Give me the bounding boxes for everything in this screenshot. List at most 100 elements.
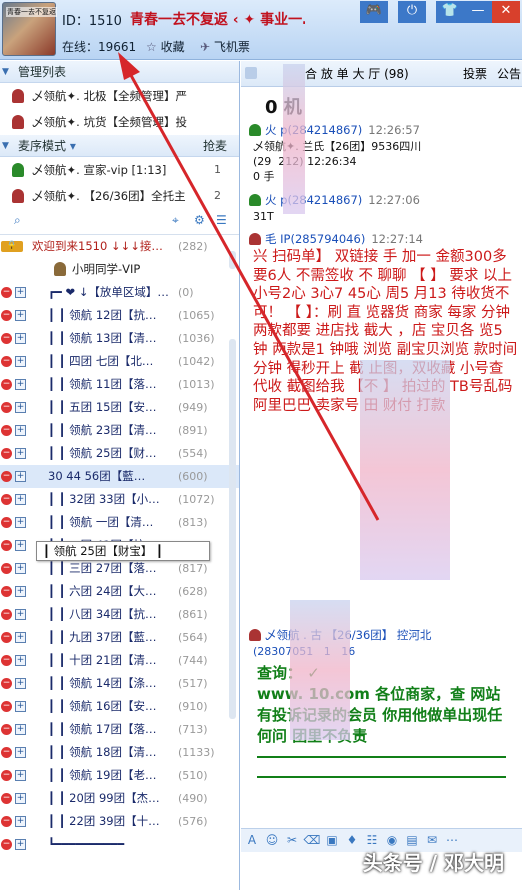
minus-icon[interactable]: − <box>1 287 12 298</box>
tab-notice[interactable]: 公告 <box>497 61 521 87</box>
search-icon[interactable]: ⌕ <box>14 213 21 228</box>
welcome-channel[interactable]: 🔒 欢迎到来1510 ↓↓↓接… (282) <box>0 235 239 258</box>
channel-row[interactable]: − + ┃ ┃ 领航 16团【安… (910) <box>0 695 239 718</box>
channel-row[interactable]: − + ┃ ┃ 32团 33团【小… (1072) <box>0 488 239 511</box>
minus-icon[interactable]: − <box>1 586 12 597</box>
minus-icon[interactable]: − <box>1 356 12 367</box>
expand-icon[interactable]: + <box>15 540 26 551</box>
minus-icon[interactable]: − <box>1 540 12 551</box>
power-icon[interactable]: ⏻ <box>398 1 426 23</box>
favorite-button[interactable]: ☆ 收藏 <box>146 38 185 55</box>
channel-row[interactable]: − + ┃ ┃ 领航 13团【清… (1036) <box>0 327 239 350</box>
close-icon[interactable]: ✕ <box>492 1 520 23</box>
expand-icon[interactable]: + <box>15 816 26 827</box>
expand-icon[interactable]: + <box>15 494 26 505</box>
expand-icon[interactable]: + <box>15 793 26 804</box>
settings-icon[interactable]: ⚙ <box>194 213 205 227</box>
expand-icon[interactable]: + <box>15 425 26 436</box>
mic-user-row[interactable]: 乄领航✦. 宣家-vip [1:13] 1 <box>0 157 239 183</box>
channel-row[interactable]: − + ┃ ┃ 20团 99团【杰… (490) <box>0 787 239 810</box>
expand-icon[interactable]: + <box>15 839 26 850</box>
channel-row[interactable]: − + ┃ ┃ 领航 17团【落… (713) <box>0 718 239 741</box>
list-icon[interactable]: ☰ <box>216 213 227 227</box>
minus-icon[interactable]: − <box>1 678 12 689</box>
minus-icon[interactable]: − <box>1 816 12 827</box>
minus-icon[interactable]: − <box>1 724 12 735</box>
expand-icon[interactable]: + <box>15 517 26 528</box>
channel-row[interactable]: − + ┃ ┃ 领航 25团【财… (554) <box>0 442 239 465</box>
expand-icon[interactable]: + <box>15 655 26 666</box>
channel-row[interactable]: − + ┗━━━━━━━━━━ <box>0 833 239 856</box>
tickets-button[interactable]: ✈ 飞机票 <box>200 38 250 55</box>
channel-row[interactable]: − + ┃ ┃ 领航 19团【老… (510) <box>0 764 239 787</box>
gamepad-icon[interactable]: 🎮 <box>360 1 388 23</box>
gift-icon[interactable]: ♦ <box>343 829 361 851</box>
channel-row[interactable]: − + ┃ ┃ 领航 11团【落… (1013) <box>0 373 239 396</box>
grab-mic-button[interactable]: 抢麦 <box>203 135 227 157</box>
expand-icon[interactable]: + <box>15 770 26 781</box>
admin-row[interactable]: 乄领航✦. 北极【全频管理】严 <box>0 83 239 109</box>
tab-lobby[interactable]: 合 放 单 大 厅 (98) <box>305 61 409 87</box>
minus-icon[interactable]: − <box>1 793 12 804</box>
channel-row[interactable]: − + ┃ ┃ 四团 七团【北… (1042) <box>0 350 239 373</box>
admin-row[interactable]: 乄领航✦. 坑货【全频管理】投 <box>0 109 239 135</box>
channel-row[interactable]: − + ┏━ ❤ ↓【放单区域】… (0) <box>0 281 239 304</box>
channel-row[interactable]: − + ┃ ┃ 22团 39团【十… (576) <box>0 810 239 833</box>
scrollbar[interactable] <box>229 339 236 719</box>
admin-list-header[interactable]: ▼ 管理列表 <box>0 61 239 83</box>
expand-icon[interactable]: + <box>15 747 26 758</box>
channel-row[interactable]: − + ┃ ┃ 八团 34团【抗… (861) <box>0 603 239 626</box>
channel-row[interactable]: − + ┃ ┃ 领航 14团【涤… (517) <box>0 672 239 695</box>
minimize-icon[interactable]: — <box>464 1 492 23</box>
expand-icon[interactable]: + <box>15 632 26 643</box>
message-header[interactable]: 毛 IP(285794046) 12:27:14 <box>249 230 522 248</box>
image-icon[interactable]: ▣ <box>323 829 341 851</box>
expand-icon[interactable]: + <box>15 586 26 597</box>
minus-icon[interactable]: − <box>1 609 12 620</box>
channel-row[interactable]: − + ┃ ┃ 领航 一团【清… (813) <box>0 511 239 534</box>
minus-icon[interactable]: − <box>1 770 12 781</box>
channel-row[interactable]: − + ┃ ┃ 五团 15团【安… (949) <box>0 396 239 419</box>
expand-icon[interactable]: + <box>15 356 26 367</box>
channel-row[interactable]: − + ┃ ┃ 六团 24团【大… (628) <box>0 580 239 603</box>
scrollbar[interactable] <box>229 251 236 269</box>
expand-icon[interactable]: + <box>15 609 26 620</box>
location-icon[interactable]: ⌖ <box>172 213 179 228</box>
scissors-icon[interactable]: ✂ <box>283 829 301 851</box>
expand-icon[interactable]: + <box>15 310 26 321</box>
tab-vote[interactable]: 投票 <box>463 61 487 87</box>
minus-icon[interactable]: − <box>1 563 12 574</box>
emoji-icon[interactable]: ☺ <box>263 829 281 851</box>
expand-icon[interactable]: + <box>15 471 26 482</box>
expand-icon[interactable]: + <box>15 402 26 413</box>
minus-icon[interactable]: − <box>1 747 12 758</box>
minus-icon[interactable]: − <box>1 471 12 482</box>
expand-icon[interactable]: + <box>15 379 26 390</box>
current-user[interactable]: 小明同学-VIP <box>0 258 239 281</box>
mic-user-row[interactable]: 乄领航✦. 【26/36团】全托主 2 <box>0 183 239 209</box>
expand-icon[interactable]: + <box>15 701 26 712</box>
expand-icon[interactable]: + <box>15 563 26 574</box>
minus-icon[interactable]: − <box>1 425 12 436</box>
channel-row[interactable]: − + ┃ ┃ 领航 12团【抗… (1065) <box>0 304 239 327</box>
minus-icon[interactable]: − <box>1 333 12 344</box>
channel-row[interactable]: − + ┃ ┃ 领航 18团【清… (1133) <box>0 741 239 764</box>
font-icon[interactable]: A <box>243 829 261 851</box>
expand-icon[interactable]: + <box>15 724 26 735</box>
expand-icon[interactable]: + <box>15 448 26 459</box>
minus-icon[interactable]: − <box>1 517 12 528</box>
expand-icon[interactable]: + <box>15 333 26 344</box>
minus-icon[interactable]: − <box>1 701 12 712</box>
minus-icon[interactable]: − <box>1 402 12 413</box>
mic-mode-header[interactable]: ▼ 麦序模式 ▾ 抢麦 <box>0 135 239 157</box>
clear-icon[interactable]: ⌫ <box>303 829 321 851</box>
minus-icon[interactable]: − <box>1 839 12 850</box>
channel-row[interactable]: − + ┃ ┃ 九团 37团【藍… (564) <box>0 626 239 649</box>
minus-icon[interactable]: − <box>1 655 12 666</box>
expand-icon[interactable]: + <box>15 287 26 298</box>
minus-icon[interactable]: − <box>1 379 12 390</box>
room-avatar[interactable]: 青春一去不复返 <box>2 2 57 56</box>
channel-row[interactable]: − + ┃ ┃ 领航 23团【清… (891) <box>0 419 239 442</box>
channel-row[interactable]: − + 30 44 56团【藍… (600) <box>0 465 239 488</box>
minus-icon[interactable]: − <box>1 310 12 321</box>
